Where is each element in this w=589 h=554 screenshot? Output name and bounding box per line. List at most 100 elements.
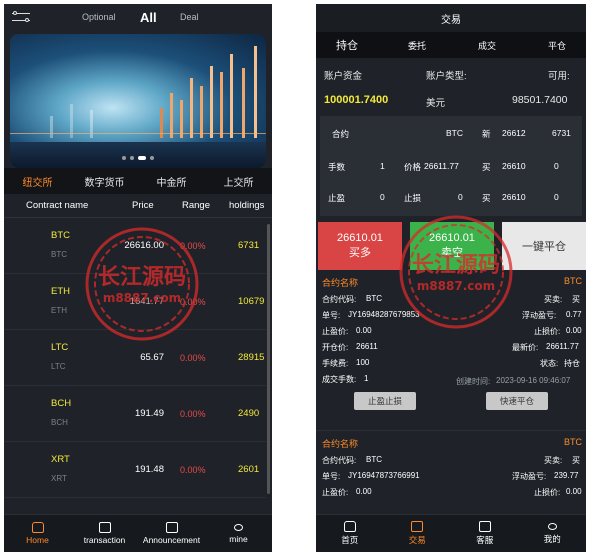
exchange-tab-sse[interactable]: 上交所 <box>205 174 272 189</box>
code-value: BTC <box>366 455 382 464</box>
code-label: 合约代码: <box>322 456 357 465</box>
pl-value: 239.77 <box>554 471 579 480</box>
nav-home[interactable]: 首页 <box>316 515 384 552</box>
row-range: 0.00% <box>180 353 206 363</box>
row-range: 0.00% <box>180 465 206 475</box>
position-card: 合约名称 BTC 合约代码: BTC 买卖: 买 单号: JY169482876… <box>316 270 586 430</box>
nav-support[interactable]: 客服 <box>451 515 519 552</box>
row-symbol: LTC <box>51 342 69 353</box>
nav-announcement[interactable]: Announcement <box>138 515 205 552</box>
pl-value: 0.77 <box>566 310 582 319</box>
tab-all[interactable]: All <box>140 10 160 25</box>
table-row[interactable]: BCH BCH 191.49 0.00% 2490 <box>4 386 266 442</box>
tab-closed[interactable]: 平仓 <box>548 39 566 52</box>
position-name-label: 合约名称 <box>322 278 359 288</box>
nav-home-label: Home <box>26 535 49 545</box>
market-header: Optional All Deal <box>4 4 272 30</box>
order-value: JY16947873766991 <box>348 471 420 480</box>
account-type-label: 账户类型: <box>426 71 467 82</box>
exchange-tab-crypto[interactable]: 数字货币 <box>71 174 138 189</box>
market-screen: Optional All Deal 纽交所 数字货币 中金所 上交所 Contr… <box>4 4 272 552</box>
direction-value: 买 <box>572 456 580 465</box>
nav-transaction-label: transaction <box>83 535 126 545</box>
stop-loss-label: 止损 <box>404 193 422 203</box>
exchange-tab-cffex[interactable]: 中金所 <box>138 174 205 189</box>
nav-home[interactable]: Home <box>4 515 71 552</box>
nav-transaction[interactable]: transaction <box>71 515 138 552</box>
nav-trade-label: 交易 <box>408 535 426 545</box>
tab-deal[interactable]: Deal <box>180 12 210 22</box>
code-value: BTC <box>366 294 382 303</box>
close-all-button[interactable]: 一键平仓 <box>502 222 586 270</box>
latest-price-value: 26611.77 <box>546 342 579 351</box>
position-name: BTC <box>564 276 582 286</box>
tab-deals[interactable]: 成交 <box>478 39 496 52</box>
row-subtitle: XRT <box>51 474 67 483</box>
page-title: 交易 <box>316 4 586 32</box>
bid1-label: 买 <box>482 162 491 172</box>
tab-orders[interactable]: 委托 <box>408 39 426 52</box>
list-scrollbar[interactable] <box>267 224 270 494</box>
row-subtitle: BTC <box>51 250 67 259</box>
pl-label: 浮动盈亏: <box>522 311 557 320</box>
sell-short-button[interactable]: 26610.01 卖空 <box>410 222 494 270</box>
price-value: 26611.77 <box>424 161 459 171</box>
state-label: 状态: <box>540 359 559 368</box>
table-row[interactable]: ETH ETH 1641.77 0.00% 10679 <box>4 274 266 330</box>
buy-price: 26610.01 <box>337 232 383 244</box>
home-icon <box>31 522 44 533</box>
promo-banner[interactable] <box>10 34 266 168</box>
nav-mine[interactable]: mine <box>205 515 272 552</box>
tab-positions[interactable]: 持仓 <box>336 37 358 53</box>
person-icon <box>234 523 243 531</box>
order-value: JY16948287679853 <box>348 310 420 319</box>
state-value: 持仓 <box>564 359 580 368</box>
filter-icon[interactable] <box>12 10 30 24</box>
row-holdings: 2601 <box>238 464 260 475</box>
open-price-label: 开仓价: <box>322 343 349 352</box>
tp-sl-button[interactable]: 止盈止损 <box>354 392 416 410</box>
sl-price-label: 止损价: <box>534 327 561 336</box>
nav-trade[interactable]: 交易 <box>384 515 452 552</box>
bid2-price: 26610 <box>502 192 526 202</box>
nav-mine[interactable]: 我的 <box>519 515 587 552</box>
col-contract-name: Contract name <box>26 200 89 211</box>
created-time-label: 创建时间: <box>456 377 491 386</box>
tp-price-value: 0.00 <box>356 326 372 335</box>
row-subtitle: LTC <box>51 362 66 371</box>
account-type-value: 美元 <box>426 98 446 109</box>
market-list: BTC BTC 26616.00 0.00% 6731 ETH ETH 1641… <box>4 218 272 508</box>
row-range: 0.00% <box>180 297 206 307</box>
table-row[interactable]: BTC BTC 26616.00 0.00% 6731 <box>4 218 266 274</box>
exchange-tab-nyse[interactable]: 纽交所 <box>4 174 71 189</box>
table-row[interactable]: XRT XRT 191.48 0.00% 2601 <box>4 442 266 498</box>
row-symbol: ETH <box>51 286 70 297</box>
col-price: Price <box>132 200 154 211</box>
sell-label: 卖空 <box>441 247 463 259</box>
tab-optional[interactable]: Optional <box>82 12 122 22</box>
stop-loss-value[interactable]: 0 <box>458 192 463 202</box>
direction-label: 买卖: <box>544 456 563 465</box>
lots-label: 手数 <box>328 162 346 172</box>
trade-screen: 交易 持仓 委托 成交 平仓 账户资金 账户类型: 可用: 100001.740… <box>316 4 586 552</box>
row-holdings: 2490 <box>238 408 260 419</box>
bid2-qty: 0 <box>554 192 559 202</box>
nav-home-label: 首页 <box>341 535 359 545</box>
contract-value: BTC <box>446 128 463 138</box>
row-holdings: 6731 <box>238 240 260 251</box>
available-value: 98501.7400 <box>512 94 568 106</box>
contract-label: 合约 <box>332 129 350 139</box>
table-row[interactable]: LTC LTC 65.67 0.00% 28915 <box>4 330 266 386</box>
buy-long-button[interactable]: 26610.01 买多 <box>318 222 402 270</box>
position-name: BTC <box>564 437 582 447</box>
lots-value[interactable]: 1 <box>380 161 385 171</box>
sl-price-value: 0.00 <box>566 326 582 335</box>
chart-icon <box>411 521 424 532</box>
quick-close-button[interactable]: 快速平仓 <box>486 392 548 410</box>
take-profit-value[interactable]: 0 <box>380 192 385 202</box>
bottom-nav: Home transaction Announcement mine <box>4 514 272 552</box>
home-icon <box>343 521 356 532</box>
row-symbol: XRT <box>51 454 70 465</box>
document-icon <box>165 522 178 533</box>
row-holdings: 28915 <box>238 352 265 363</box>
